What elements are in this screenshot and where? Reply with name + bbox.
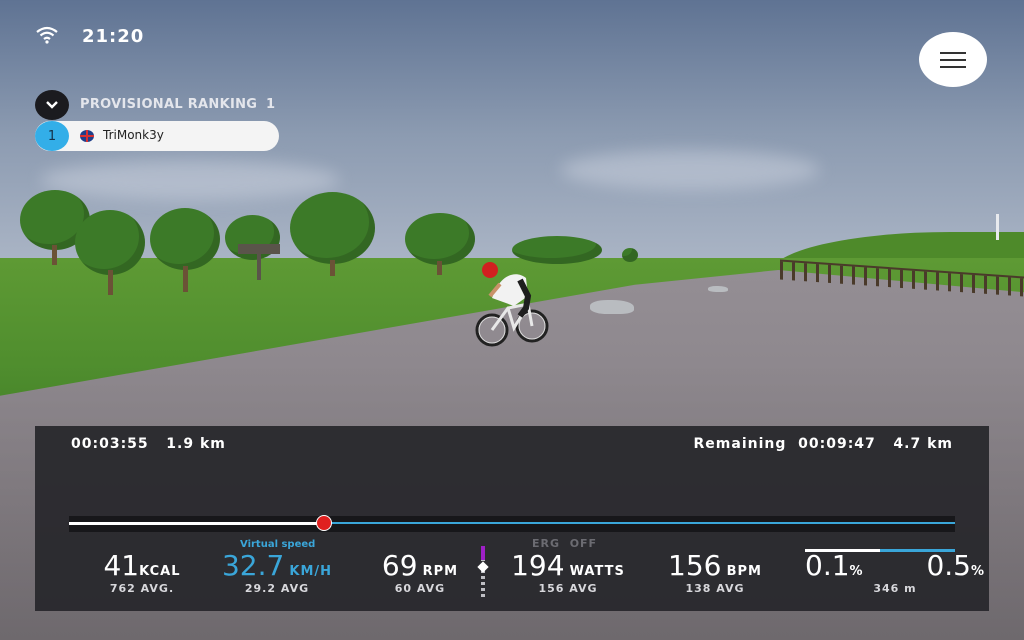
remaining-time: 00:09:47 xyxy=(798,436,876,452)
grade-metric: 0.1% 0.5% 346 m xyxy=(805,549,985,596)
heart-rate-avg: 138 AVG xyxy=(685,582,745,595)
road-sign-post xyxy=(257,254,261,280)
wifi-icon xyxy=(36,26,58,44)
erg-state: OFF xyxy=(569,537,598,550)
elapsed-distance: 1.9 km xyxy=(166,436,226,452)
uk-flag-icon xyxy=(80,130,94,142)
calories-value: 41 xyxy=(103,549,140,582)
heart-rate-value: 156 xyxy=(668,549,722,582)
cadence-metric: 69 RPM 60 AVG xyxy=(370,549,470,596)
progress-remaining xyxy=(324,522,955,524)
rock xyxy=(590,300,634,314)
progress-completed xyxy=(69,522,325,525)
grade-distance: 346 m xyxy=(873,582,917,595)
power-avg: 156 AVG xyxy=(538,582,598,595)
ride-stats-panel: 00:03:55 1.9 km Remaining 00:09:47 4.7 k… xyxy=(35,426,989,611)
erg-level-bar xyxy=(477,546,489,598)
wind-turbine xyxy=(996,214,999,240)
ranking-row[interactable]: 1 TriMonk3y xyxy=(35,121,279,151)
ranking-count: 1 xyxy=(266,97,276,112)
erg-level-fill xyxy=(481,546,485,560)
calories-metric: 41KCAL 762 AVG. xyxy=(87,549,197,596)
power-metric: 194 WATTS 156 AVG xyxy=(493,549,643,596)
cyclist-avatar xyxy=(475,262,549,347)
speed-avg: 29.2 AVG xyxy=(244,582,310,595)
grade-next-value: 0.5 xyxy=(926,549,971,582)
cloud xyxy=(560,150,820,190)
cadence-value: 69 xyxy=(381,549,418,582)
elapsed-info: 00:03:55 1.9 km xyxy=(71,436,226,452)
rider-name: TriMonk3y xyxy=(103,128,164,142)
calories-unit: KCAL xyxy=(139,564,181,579)
rider-position-marker[interactable] xyxy=(316,515,333,531)
grade-current-value: 0.1 xyxy=(805,549,850,582)
cadence-unit: RPM xyxy=(422,564,459,579)
remaining-label: Remaining xyxy=(693,436,787,452)
heart-rate-metric: 156 BPM 138 AVG xyxy=(655,549,775,596)
hamburger-icon xyxy=(940,51,966,68)
heart-rate-unit: BPM xyxy=(726,564,762,579)
speed-unit: KM/H xyxy=(289,564,333,579)
speed-metric: 32.7 KM/H 29.2 AVG xyxy=(207,549,347,596)
rock xyxy=(708,286,728,292)
menu-button[interactable] xyxy=(919,32,987,87)
ranking-position: 1 xyxy=(35,121,69,151)
cadence-avg: 60 AVG xyxy=(394,582,446,595)
remaining-info: Remaining 00:09:47 4.7 km xyxy=(694,436,953,452)
erg-level-marker xyxy=(477,561,489,573)
route-progress-bar[interactable] xyxy=(69,515,955,532)
speed-value: 32.7 xyxy=(221,549,285,582)
grade-current-unit: % xyxy=(849,564,864,579)
ranking-title: PROVISIONAL RANKING xyxy=(80,97,258,112)
ranking-toggle-button[interactable] xyxy=(35,90,69,120)
chevron-down-icon xyxy=(46,101,58,109)
calories-avg: 762 AVG. xyxy=(109,582,175,595)
elapsed-time: 00:03:55 xyxy=(71,436,149,452)
road-sign xyxy=(238,244,280,254)
cloud xyxy=(40,160,340,200)
power-value: 194 xyxy=(511,549,565,582)
clock: 21:20 xyxy=(82,26,145,47)
power-unit: WATTS xyxy=(569,564,625,579)
grade-next-unit: % xyxy=(970,564,985,579)
remaining-distance: 4.7 km xyxy=(893,436,953,452)
